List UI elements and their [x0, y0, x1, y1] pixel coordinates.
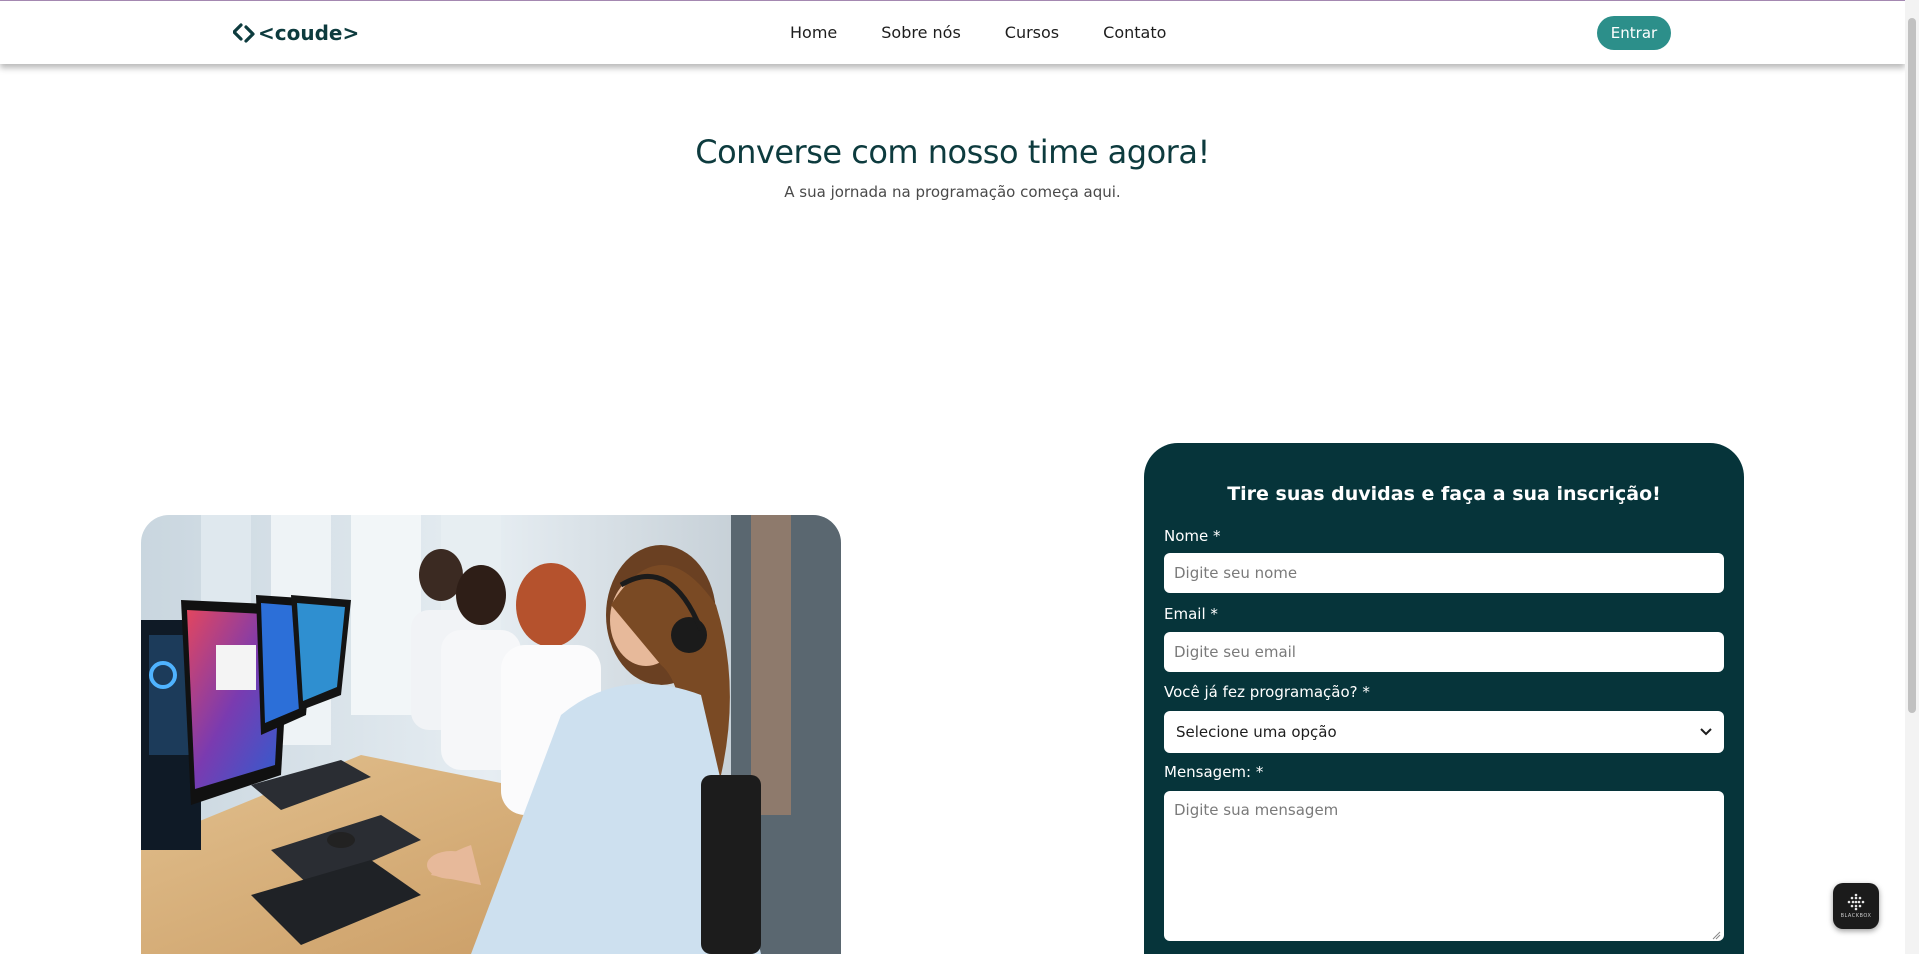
page-title: Converse com nosso time agora!: [695, 133, 1210, 171]
signup-form-card: Tire suas duvidas e faça a sua inscrição…: [1144, 443, 1744, 954]
form-title: Tire suas duvidas e faça a sua inscrição…: [1227, 483, 1661, 505]
blackbox-widget-button[interactable]: BLACKBOX: [1833, 883, 1879, 929]
main-nav: Home Sobre nós Cursos Contato: [790, 23, 1166, 42]
nav-home[interactable]: Home: [790, 23, 837, 42]
name-label: Nome *: [1164, 527, 1221, 545]
name-input[interactable]: [1164, 553, 1724, 593]
blackbox-label: BLACKBOX: [1840, 913, 1872, 919]
message-textarea[interactable]: [1164, 791, 1724, 941]
code-brackets-icon: [233, 23, 255, 43]
message-label: Mensagem: *: [1164, 763, 1264, 781]
site-header: <coude> Home Sobre nós Cursos Contato En…: [0, 1, 1905, 64]
resize-grip-icon[interactable]: [1712, 931, 1721, 940]
programming-experience-label: Você já fez programação? *: [1164, 683, 1370, 701]
page-subtitle: A sua jornada na programação começa aqui…: [784, 183, 1121, 201]
email-input[interactable]: [1164, 632, 1724, 672]
login-button[interactable]: Entrar: [1597, 16, 1671, 50]
support-team-photo: [141, 515, 841, 954]
scrollbar-thumb[interactable]: [1908, 18, 1916, 713]
chevron-down-icon: [1700, 728, 1712, 736]
email-label: Email *: [1164, 605, 1218, 623]
nav-cursos[interactable]: Cursos: [1005, 23, 1059, 42]
blackbox-logo-icon: [1847, 893, 1865, 911]
select-value: Selecione uma opção: [1176, 723, 1337, 741]
nav-contato[interactable]: Contato: [1103, 23, 1166, 42]
site-logo[interactable]: <coude>: [233, 19, 359, 47]
nav-sobre-nos[interactable]: Sobre nós: [881, 23, 961, 42]
logo-text: <coude>: [258, 21, 360, 45]
programming-experience-select[interactable]: Selecione uma opção: [1164, 711, 1724, 753]
